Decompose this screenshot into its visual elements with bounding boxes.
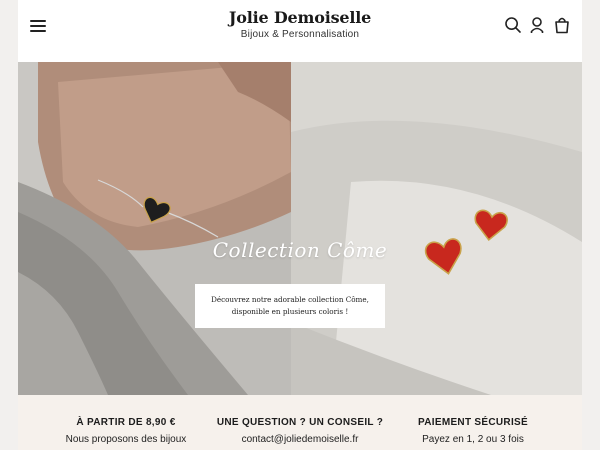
earrings-photo bbox=[291, 62, 582, 395]
reassurance-payment-title: PAIEMENT SÉCURISÉ bbox=[418, 417, 528, 428]
reassurance-contact: UNE QUESTION ? UN CONSEIL ? contact@joli… bbox=[214, 417, 386, 446]
page: Jolie Demoiselle Bijoux & Personnalisati… bbox=[18, 0, 582, 450]
contact-email-link[interactable]: contact@joliedemoiselle.fr bbox=[214, 434, 386, 446]
brand-logo[interactable]: Jolie Demoiselle Bijoux & Personnalisati… bbox=[18, 8, 582, 40]
reassurance-price: À PARTIR DE 8,90 € Nous proposons des bi… bbox=[46, 417, 206, 446]
bracelet-photo bbox=[18, 62, 291, 395]
account-icon[interactable] bbox=[528, 16, 546, 34]
reassurance-price-text: Nous proposons des bijoux bbox=[65, 434, 187, 445]
reassurance-payment: PAIEMENT SÉCURISÉ Payez en 1, 2 ou 3 foi… bbox=[398, 417, 548, 446]
reassurance-price-title: À PARTIR DE 8,90 € bbox=[76, 417, 176, 428]
promo-line-2: disponible en plusieurs coloris ! bbox=[231, 307, 349, 316]
search-icon[interactable] bbox=[504, 16, 522, 34]
collection-title[interactable]: Collection Côme bbox=[18, 238, 582, 262]
hero-banner[interactable]: Collection Côme Découvrez notre adorable… bbox=[18, 62, 582, 395]
promo-line-1: Découvrez notre adorable collection Côme… bbox=[211, 295, 369, 304]
reassurance-payment-text: Payez en 1, 2 ou 3 fois bbox=[422, 434, 524, 445]
cart-icon[interactable] bbox=[553, 16, 571, 34]
promo-box[interactable]: Découvrez notre adorable collection Côme… bbox=[195, 284, 385, 328]
site-header: Jolie Demoiselle Bijoux & Personnalisati… bbox=[18, 0, 582, 62]
reassurance-band: À PARTIR DE 8,90 € Nous proposons des bi… bbox=[18, 395, 582, 450]
reassurance-contact-title: UNE QUESTION ? UN CONSEIL ? bbox=[216, 417, 384, 428]
brand-name[interactable]: Jolie Demoiselle bbox=[18, 8, 582, 28]
brand-tagline: Bijoux & Personnalisation bbox=[240, 29, 360, 40]
